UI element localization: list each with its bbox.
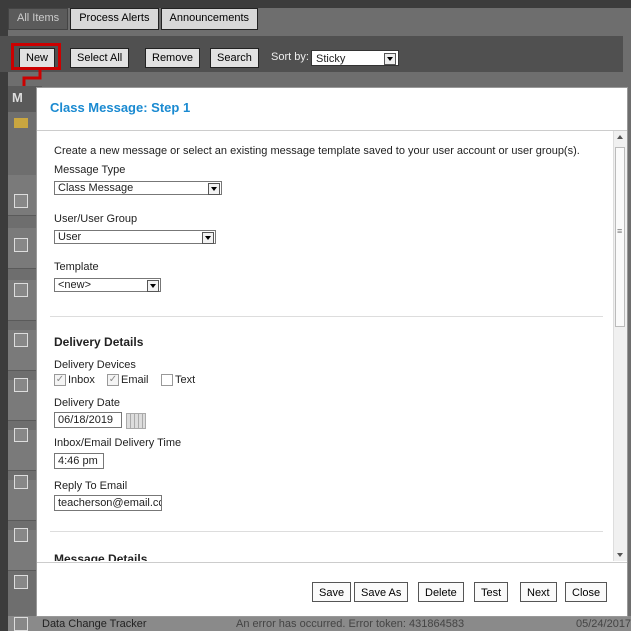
save-as-button[interactable]: Save As (354, 582, 409, 602)
tab-process-alerts[interactable]: Process Alerts (70, 8, 159, 30)
chevron-down-icon (208, 183, 220, 195)
chevron-down-icon (202, 232, 214, 244)
class-message-dialog: Class Message: Step 1 Create a new messa… (36, 87, 628, 617)
delivery-devices-label: Delivery Devices (54, 359, 136, 371)
template-label: Template (54, 261, 99, 273)
new-button-highlight (11, 43, 61, 70)
inbox-label: Inbox (68, 374, 95, 386)
reply-to-email-label: Reply To Email (54, 480, 128, 492)
row-date: 05/24/2017 (576, 618, 631, 630)
table-row: Data Change Tracker An error has occurre… (8, 616, 631, 631)
dialog-body: Create a new message or select an existi… (37, 131, 612, 561)
folder-icon (14, 118, 28, 128)
select-all-button[interactable]: Select All (70, 48, 130, 68)
user-group-select[interactable]: User (54, 230, 216, 244)
row-checkbox[interactable] (14, 238, 28, 252)
sort-select[interactable]: Sticky (311, 50, 399, 66)
row-checkbox[interactable] (14, 528, 28, 542)
text-checkbox[interactable] (161, 374, 173, 386)
message-type-label: Message Type (54, 164, 126, 176)
row-checkbox[interactable] (14, 428, 28, 442)
delivery-details-heading: Delivery Details (54, 335, 144, 349)
template-value: <new> (58, 279, 92, 291)
dialog-footer: Save Save As Delete Test Next Close (37, 562, 627, 617)
scrollbar-thumb[interactable] (615, 147, 625, 327)
email-label: Email (121, 374, 149, 386)
scroll-up-icon[interactable] (617, 135, 623, 139)
close-button[interactable]: Close (565, 582, 608, 602)
section-divider (50, 316, 603, 317)
test-button[interactable]: Test (474, 582, 509, 602)
message-type-value: Class Message (58, 182, 134, 194)
message-details-heading: Message Details (54, 552, 148, 561)
row-message: An error has occurred. Error token: 4318… (236, 618, 465, 630)
delete-button[interactable]: Delete (418, 582, 464, 602)
user-group-label: User/User Group (54, 213, 138, 225)
row-title: Data Change Tracker (42, 618, 147, 630)
tab-announcements[interactable]: Announcements (160, 8, 258, 30)
sort-by-label: Sort by: (271, 51, 309, 63)
row-checkbox[interactable] (14, 333, 28, 347)
intro-text: Create a new message or select an existi… (54, 145, 580, 157)
remove-button[interactable]: Remove (145, 48, 200, 68)
row-checkbox[interactable] (14, 378, 28, 392)
user-group-value: User (58, 231, 82, 243)
dialog-header: Class Message: Step 1 (37, 88, 627, 131)
dialog-scrollbar[interactable] (613, 131, 627, 561)
row-checkbox[interactable] (14, 283, 28, 297)
inbox-checkbox[interactable]: ✓ (54, 374, 66, 386)
calendar-icon[interactable] (126, 413, 146, 429)
message-type-select[interactable]: Class Message (54, 181, 222, 195)
section-divider (50, 531, 603, 532)
chevron-down-icon (384, 53, 396, 65)
chevron-down-icon (147, 280, 159, 292)
row-checkbox[interactable] (14, 194, 28, 208)
next-button[interactable]: Next (520, 582, 557, 602)
row-checkbox[interactable] (14, 475, 28, 489)
tab-all-items[interactable]: All Items (8, 8, 69, 30)
scroll-down-icon[interactable] (617, 553, 623, 557)
row-checkbox[interactable] (14, 617, 28, 631)
delivery-time-label: Inbox/Email Delivery Time (54, 437, 182, 449)
dialog-title: Class Message: Step 1 (50, 100, 191, 115)
text-label: Text (175, 374, 196, 386)
tab-bar: All Items Process Alerts Announcements (8, 8, 260, 30)
sort-select-value: Sticky (316, 53, 346, 65)
template-select[interactable]: <new> (54, 278, 161, 292)
email-checkbox[interactable]: ✓ (107, 374, 119, 386)
search-button[interactable]: Search (210, 48, 259, 68)
save-button[interactable]: Save (312, 582, 352, 602)
delivery-time-input[interactable]: 4:46 pm (54, 453, 104, 469)
reply-to-email-input[interactable]: teacherson@email.cc (54, 495, 162, 511)
delivery-date-label: Delivery Date (54, 397, 121, 409)
delivery-date-input[interactable]: 06/18/2019 (54, 412, 122, 428)
row-checkbox[interactable] (14, 575, 28, 589)
